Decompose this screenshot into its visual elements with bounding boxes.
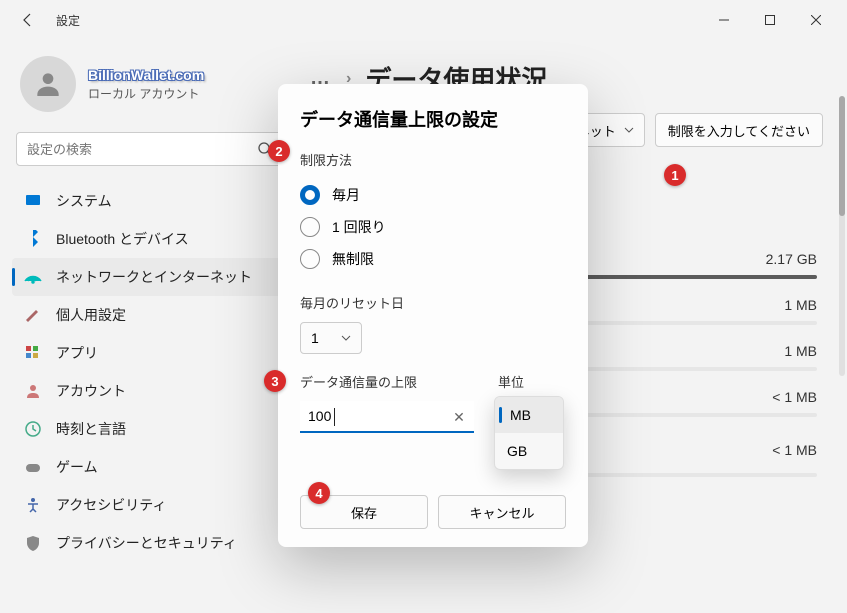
annotation-badge-1: 1 — [664, 164, 686, 186]
limit-amount-label: データ通信量の上限 — [300, 372, 474, 391]
method-label: 制限方法 — [300, 150, 566, 169]
radio-icon — [300, 185, 320, 205]
unit-label: 単位 — [498, 372, 566, 391]
radio-option-2[interactable]: 無制限 — [300, 243, 566, 275]
unit-option-gb[interactable]: GB — [495, 433, 563, 469]
radio-icon — [300, 249, 320, 269]
reset-day-label: 毎月のリセット日 — [300, 293, 566, 312]
chevron-down-icon — [341, 333, 351, 343]
limit-input[interactable] — [300, 401, 474, 433]
annotation-badge-3: 3 — [264, 370, 286, 392]
dialog-title: データ通信量上限の設定 — [300, 106, 566, 132]
limit-method-radio-group: 毎月 1 回限り無制限 — [300, 179, 566, 275]
data-limit-dialog: データ通信量上限の設定 制限方法 毎月 1 回限り無制限 毎月のリセット日 1 デ… — [278, 84, 588, 547]
radio-icon — [300, 217, 320, 237]
clear-input-button[interactable]: ✕ — [450, 408, 468, 426]
unit-dropdown[interactable]: MBGB — [494, 396, 564, 470]
unit-option-mb[interactable]: MB — [495, 397, 563, 433]
radio-option-0[interactable]: 毎月 — [300, 179, 566, 211]
radio-label: 無制限 — [332, 249, 374, 269]
radio-label: 1 回限り — [332, 217, 386, 237]
text-cursor — [334, 408, 335, 426]
radio-option-1[interactable]: 1 回限り — [300, 211, 566, 243]
annotation-badge-2: 2 — [268, 140, 290, 162]
reset-day-select[interactable]: 1 — [300, 322, 362, 354]
annotation-badge-4: 4 — [308, 482, 330, 504]
radio-label: 毎月 — [332, 185, 360, 205]
cancel-button[interactable]: キャンセル — [438, 495, 566, 529]
